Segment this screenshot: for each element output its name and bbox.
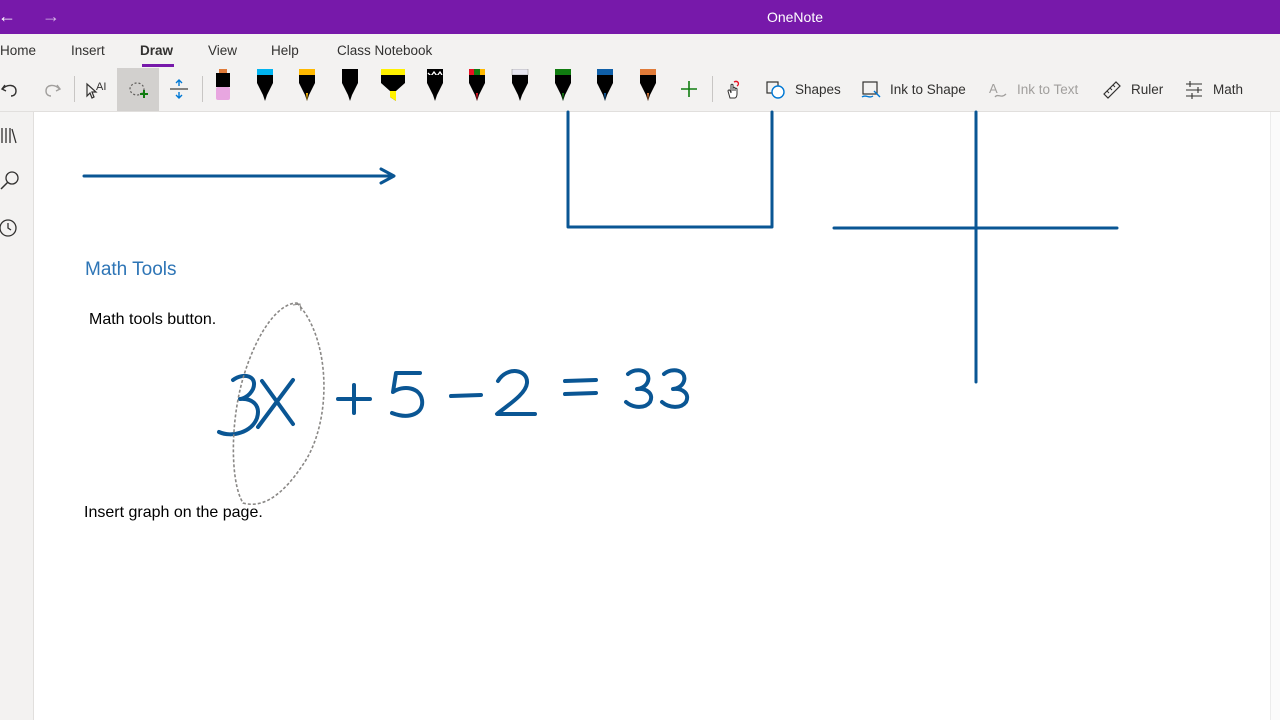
ribbon-separator (712, 76, 713, 102)
lasso-select-button[interactable] (117, 68, 159, 111)
pen-icon[interactable] (636, 69, 660, 105)
tab-class-notebook[interactable]: Class Notebook (337, 43, 432, 58)
note-text[interactable]: Insert graph on the page. (84, 504, 263, 522)
undo-icon (0, 84, 17, 97)
pen-icon[interactable] (508, 69, 532, 105)
vertical-scrollbar[interactable] (1270, 112, 1280, 720)
tab-home[interactable]: Home (0, 43, 36, 58)
tab-insert[interactable]: Insert (71, 43, 105, 58)
tab-draw[interactable]: Draw (140, 43, 173, 58)
pen-icon[interactable] (338, 69, 362, 105)
app-title: OneNote (766, 9, 824, 25)
highlighter-icon[interactable] (378, 69, 408, 105)
type-select-icon: AI (86, 81, 106, 99)
ribbon-separator (74, 76, 75, 102)
math-icon (1186, 80, 1202, 99)
ink-to-text-button[interactable]: A Ink to Text (987, 68, 1078, 111)
svg-text:A: A (989, 81, 998, 96)
shapes-icon (766, 80, 785, 99)
ink-to-shape-button[interactable]: Ink to Shape (860, 68, 966, 111)
ink-to-shape-label: Ink to Shape (890, 82, 966, 97)
shapes-button[interactable]: Shapes (765, 68, 841, 111)
ink-to-text-icon: A (989, 81, 1007, 97)
ruler-label: Ruler (1131, 82, 1164, 97)
page-canvas[interactable] (34, 112, 1270, 720)
type-tool-button[interactable]: AI (77, 72, 113, 106)
page-heading[interactable]: Math Tools (85, 259, 177, 281)
galaxy-pen-icon[interactable] (423, 69, 447, 105)
svg-text:AI: AI (96, 81, 106, 93)
ribbon-tabs: Home Insert Draw View Help Class Noteboo… (0, 34, 1280, 68)
ruler-button[interactable]: Ruler (1101, 68, 1163, 111)
pen-icon[interactable] (593, 69, 617, 105)
title-bar: ← → OneNote (0, 0, 1280, 34)
plus-icon (681, 81, 697, 97)
add-space-button[interactable] (161, 72, 197, 106)
math-label: Math (1213, 82, 1244, 97)
pen-icon[interactable] (465, 69, 489, 105)
pen-icon[interactable] (295, 69, 319, 105)
pen-icon[interactable] (551, 69, 575, 105)
pen-icon[interactable] (253, 69, 277, 105)
shapes-label: Shapes (795, 82, 841, 97)
redo-button[interactable] (34, 72, 70, 106)
left-sidebar (0, 112, 34, 720)
undo-button[interactable] (0, 72, 28, 106)
active-tab-indicator (142, 64, 174, 67)
tab-view[interactable]: View (208, 43, 237, 58)
pen-icon[interactable] (211, 69, 235, 105)
add-pen-button[interactable] (671, 72, 707, 106)
note-text[interactable]: Math tools button. (89, 311, 216, 329)
draw-ribbon: AI Shapes Ink to Shape A Ink to Text Rul… (0, 68, 1280, 112)
ink-to-text-label: Ink to Text (1017, 82, 1079, 97)
recent-notes-icon[interactable] (0, 217, 22, 239)
touch-draw-icon (727, 80, 740, 99)
ink-to-shape-icon (861, 80, 881, 98)
math-button[interactable]: Math (1183, 68, 1243, 111)
touch-draw-button[interactable] (715, 72, 751, 106)
add-space-icon (170, 79, 188, 99)
tab-help[interactable]: Help (271, 43, 299, 58)
ribbon-separator (202, 76, 203, 102)
notebooks-icon[interactable] (0, 125, 22, 147)
lasso-select-icon (129, 81, 148, 98)
ruler-icon (1103, 80, 1121, 99)
search-icon[interactable] (0, 170, 22, 192)
redo-icon (45, 84, 62, 97)
